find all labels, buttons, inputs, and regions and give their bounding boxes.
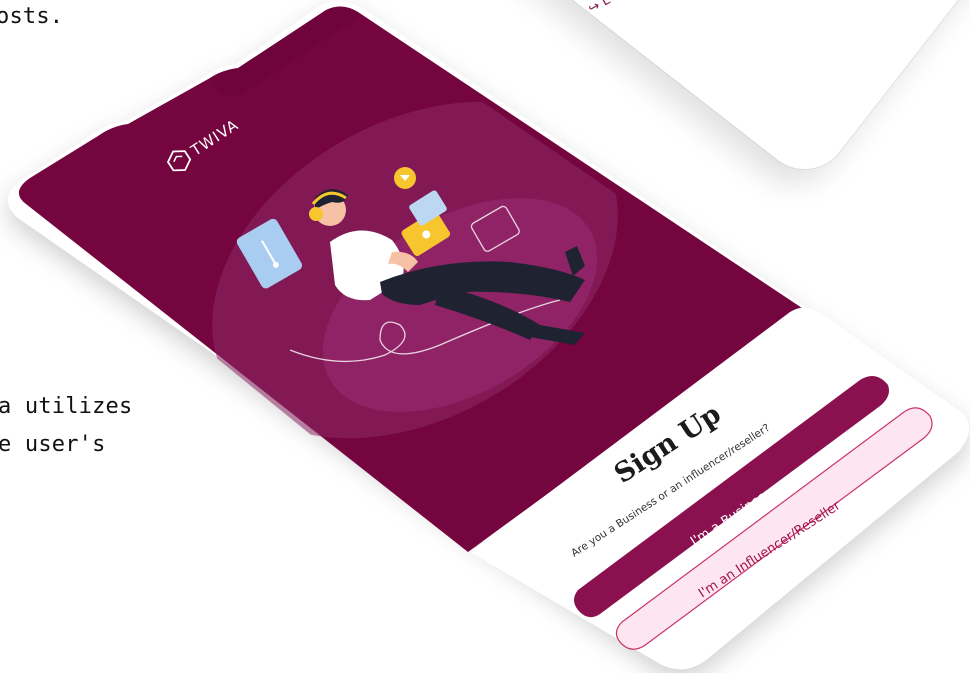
play-badge-icon xyxy=(394,167,416,189)
phone-mockup: TWIVA Sign Up Are you a Business or an i… xyxy=(7,1,969,670)
